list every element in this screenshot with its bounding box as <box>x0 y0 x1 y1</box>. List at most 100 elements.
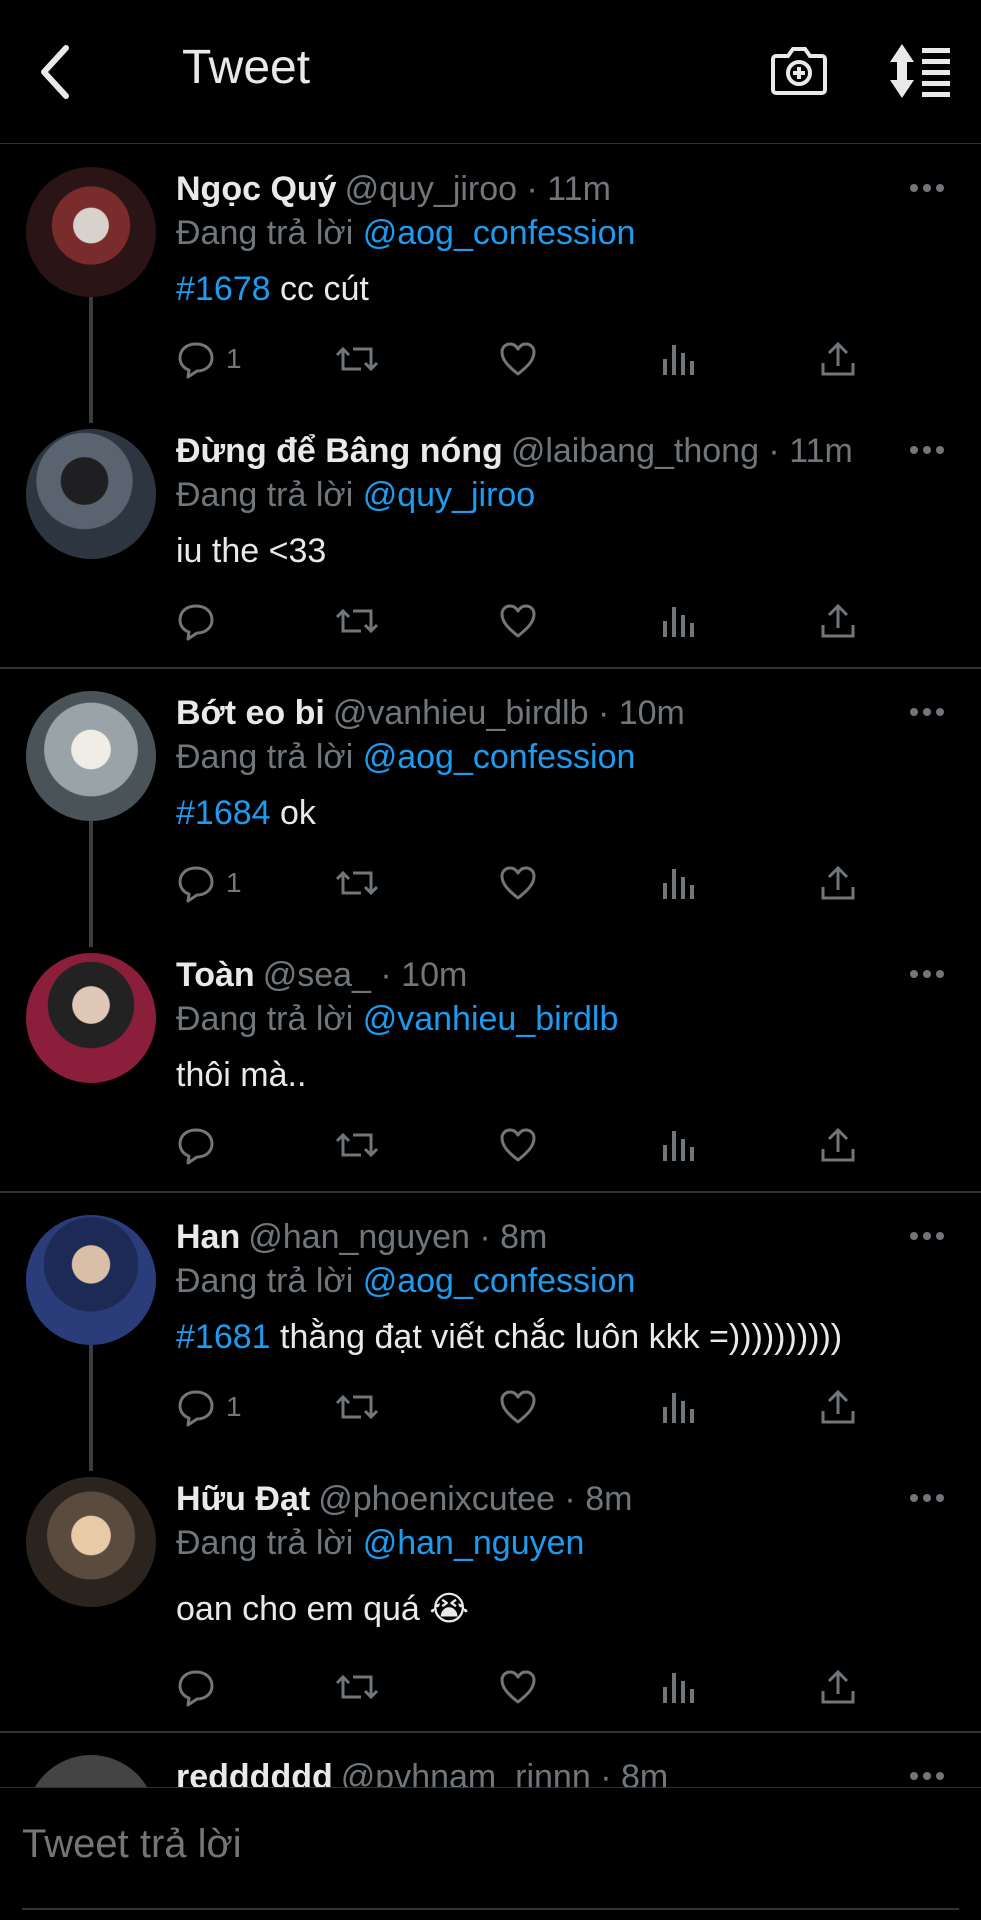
views-button[interactable] <box>660 1381 696 1433</box>
retweet-button[interactable] <box>334 1381 380 1433</box>
retweet-button[interactable] <box>334 333 380 385</box>
more-icon[interactable] <box>909 183 945 193</box>
reply-button[interactable]: 1 <box>176 333 242 385</box>
mention-link[interactable]: @vanhieu_birdlb <box>363 1000 619 1038</box>
tweet[interactable]: Hữu Đạt @phoenixcutee · 8m Đang trả lời @… <box>0 1455 981 1733</box>
retweet-icon <box>335 346 379 372</box>
share-button[interactable] <box>818 1661 858 1713</box>
display-name[interactable]: Ngọc Quý <box>176 170 337 208</box>
like-button[interactable] <box>498 595 538 647</box>
display-name[interactable]: redddddd <box>176 1758 333 1787</box>
retweet-button[interactable] <box>334 1119 380 1171</box>
reply-count: 1 <box>226 867 242 898</box>
share-button[interactable] <box>818 595 858 647</box>
share-button[interactable] <box>818 1381 858 1433</box>
tweet-text: thôi mà.. <box>176 1053 306 1097</box>
tweet-text-content: cc cút <box>270 270 369 308</box>
mention-link[interactable]: @han_nguyen <box>363 1524 585 1562</box>
views-icon <box>663 1393 694 1423</box>
reply-button[interactable] <box>176 1119 226 1171</box>
tweet-meta: Bớt eo bi @vanhieu_birdlb · 10m <box>176 691 921 735</box>
display-name[interactable]: Toàn <box>176 956 255 994</box>
like-button[interactable] <box>498 333 538 385</box>
share-icon <box>821 1127 855 1162</box>
replying-to: Đang trả lời @quy_jiroo <box>176 473 535 517</box>
retweet-button[interactable] <box>334 595 380 647</box>
views-button[interactable] <box>660 595 696 647</box>
back-arrow-icon[interactable] <box>36 42 76 102</box>
avatar[interactable] <box>26 953 156 1083</box>
avatar[interactable] <box>26 691 156 821</box>
more-icon[interactable] <box>909 445 945 455</box>
avatar[interactable] <box>26 1477 156 1607</box>
handle-time: @phoenixcutee · 8m <box>318 1480 633 1518</box>
avatar[interactable] <box>26 167 156 297</box>
retweet-icon <box>335 608 379 634</box>
views-button[interactable] <box>660 333 696 385</box>
sort-icon[interactable] <box>888 42 952 100</box>
handle-time: @laibang_thong · 11m <box>510 432 853 470</box>
like-button[interactable] <box>498 1119 538 1171</box>
like-button[interactable] <box>498 1661 538 1713</box>
replying-label: Đang trả lời <box>176 1524 354 1562</box>
reply-button[interactable]: 1 <box>176 857 242 909</box>
reply-button[interactable] <box>176 1661 226 1713</box>
replying-label: Đang trả lời <box>176 214 354 252</box>
views-icon <box>663 1673 694 1703</box>
display-name[interactable]: Đừng để Bâng nóng <box>176 432 503 470</box>
reply-button[interactable]: 1 <box>176 1381 242 1433</box>
like-button[interactable] <box>498 857 538 909</box>
hashtag-link[interactable]: #1684 <box>176 794 271 832</box>
reply-input[interactable] <box>22 1822 922 1867</box>
more-icon[interactable] <box>909 707 945 717</box>
thread-line <box>89 1345 93 1471</box>
share-button[interactable] <box>818 1119 858 1171</box>
handle-time: @han_nguyen · 8m <box>248 1218 548 1256</box>
reply-button[interactable] <box>176 595 226 647</box>
avatar[interactable] <box>26 1755 156 1787</box>
mention-link[interactable]: @quy_jiroo <box>363 476 536 514</box>
reply-count: 1 <box>226 1391 242 1422</box>
replying-to: Đang trả lời @aog_confession <box>176 1259 635 1303</box>
share-button[interactable] <box>818 857 858 909</box>
hashtag-link[interactable]: #1681 <box>176 1318 271 1356</box>
like-button[interactable] <box>498 1381 538 1433</box>
tweet-text: #1684 ok <box>176 791 316 835</box>
more-icon[interactable] <box>909 1231 945 1241</box>
tweet[interactable]: Han @han_nguyen · 8m Đang trả lời @aog_co… <box>0 1193 981 1471</box>
more-icon[interactable] <box>909 969 945 979</box>
heart-icon <box>500 342 536 376</box>
display-name[interactable]: Bớt eo bi <box>176 694 325 732</box>
mention-link[interactable]: @aog_confession <box>363 738 636 776</box>
share-button[interactable] <box>818 333 858 385</box>
more-icon[interactable] <box>909 1493 945 1503</box>
avatar[interactable] <box>26 429 156 559</box>
mention-link[interactable]: @aog_confession <box>363 214 636 252</box>
heart-icon <box>500 866 536 900</box>
retweet-button[interactable] <box>334 1661 380 1713</box>
reply-icon <box>178 866 214 903</box>
composer-divider <box>22 1908 959 1910</box>
display-name[interactable]: Hữu Đạt <box>176 1480 310 1518</box>
camera-add-icon[interactable] <box>770 44 828 96</box>
hashtag-link[interactable]: #1678 <box>176 270 271 308</box>
tweet[interactable]: Toàn @sea_ · 10m Đang trả lời @vanhieu_bi… <box>0 931 981 1193</box>
retweet-icon <box>335 870 379 896</box>
tweet[interactable]: Bớt eo bi @vanhieu_birdlb · 10m Đang trả … <box>0 669 981 947</box>
tweet[interactable]: Ngọc Quý @quy_jiroo · 11m Đang trả lời @a… <box>0 145 981 423</box>
replying-to: Đang trả lời @han_nguyen <box>176 1521 584 1565</box>
views-button[interactable] <box>660 1661 696 1713</box>
views-button[interactable] <box>660 857 696 909</box>
replying-to: Đang trả lời @vanhieu_birdlb <box>176 997 618 1041</box>
tweet-text: oan cho em quá 😭 <box>176 1587 469 1631</box>
display-name[interactable]: Han <box>176 1218 240 1256</box>
tweet[interactable]: redddddd @pvhnam_rinnn · 8m <box>0 1733 981 1787</box>
more-icon[interactable] <box>909 1771 945 1781</box>
reply-icon <box>178 1390 214 1427</box>
avatar[interactable] <box>26 1215 156 1345</box>
tweet[interactable]: Đừng để Bâng nóng @laibang_thong · 11m Đa… <box>0 407 981 669</box>
retweet-button[interactable] <box>334 857 380 909</box>
views-button[interactable] <box>660 1119 696 1171</box>
handle-time: @pvhnam_rinnn · 8m <box>340 1758 669 1787</box>
mention-link[interactable]: @aog_confession <box>363 1262 636 1300</box>
